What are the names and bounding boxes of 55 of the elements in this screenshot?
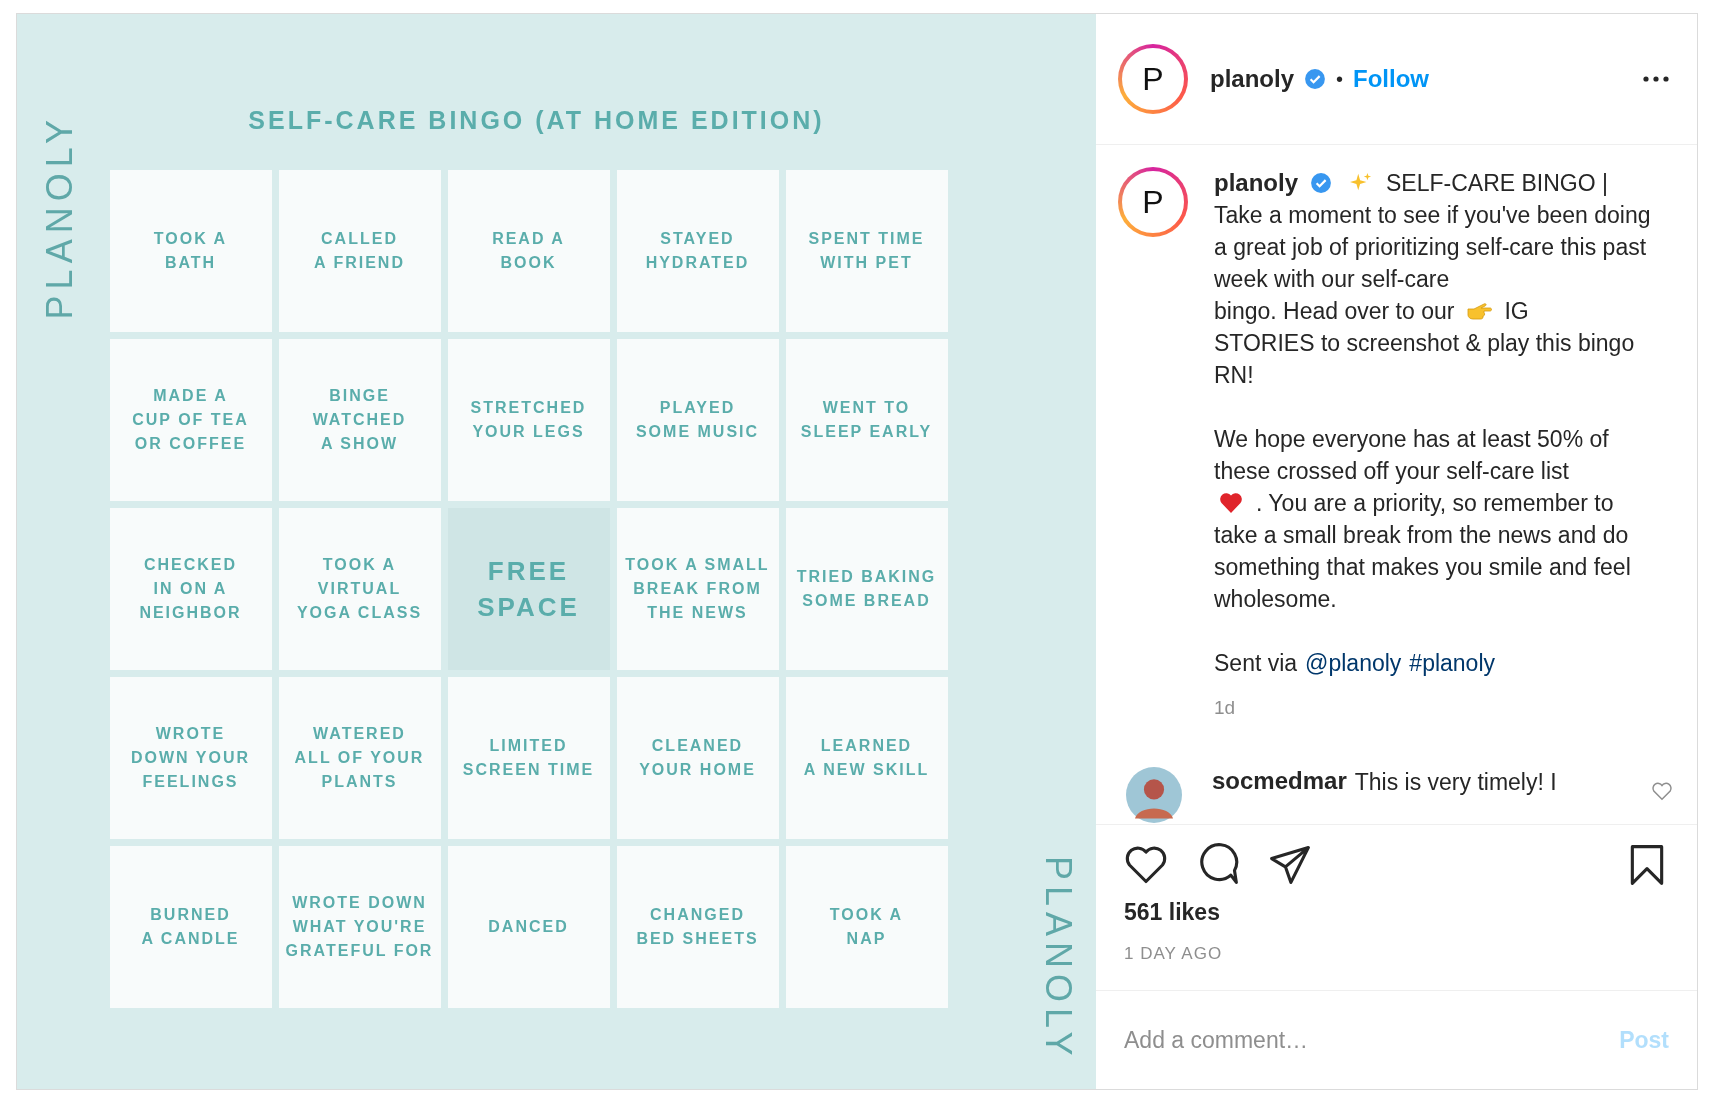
watermark-text: PLANOLY [1037,856,1079,1062]
caption-text: IG [1504,297,1529,326]
bingo-cell: READ A BOOK [447,170,610,332]
verified-icon [1310,172,1332,194]
post-time: 1d [1214,697,1237,719]
bingo-cell: WROTE DOWN WHAT YOU'RE GRATEFUL FOR [278,846,441,1008]
bingo-cell: PLAYED SOME MUSIC [616,339,779,501]
comment-text: This is very timely! I [1354,769,1557,796]
bingo-cell: WENT TO SLEEP EARLY [785,339,948,501]
bingo-cell: WATERED ALL OF YOUR PLANTS [278,677,441,839]
bingo-cell: CHANGED BED SHEETS [616,846,779,1008]
caption-text: take a small break from the news and do something that makes you smile and feel wholesome. [1214,521,1632,614]
share-icon[interactable] [1268,843,1312,887]
post-date: 1 DAY AGO [1124,944,1224,964]
bingo-cell: WROTE DOWN YOUR FEELINGS [109,677,272,839]
hashtag-link[interactable]: #planoly [1409,647,1496,679]
caption-text: We hope everyone has at least 50% of these crossed off your self-care list [1214,425,1610,486]
bingo-cell: DANCED [447,846,610,1008]
separator-text: • [1336,67,1344,91]
bingo-cell: BURNED A CANDLE [109,846,272,1008]
bingo-cell: MADE A CUP OF TEA OR COFFEE [109,339,272,501]
caption-text: . You are a priority, so remember to [1256,489,1614,518]
bingo-cell: STRETCHED YOUR LEGS [447,339,610,501]
bingo-cell: TOOK A VIRTUAL YOGA CLASS [278,508,441,670]
watermark-text: PLANOLY [39,114,81,320]
pointing-hand-icon [1466,300,1493,322]
bingo-cell: FREE SPACE [447,508,610,670]
verified-icon [1304,68,1326,90]
bingo-title: SELF-CARE BINGO (AT HOME EDITION) [248,106,825,135]
bingo-cell: TOOK A BATH [109,170,272,332]
heart-icon [1218,492,1244,514]
bingo-cell: CHECKED IN ON A NEIGHBOR [109,508,272,670]
avatar-icon[interactable] [1126,767,1182,823]
avatar[interactable]: P [1118,44,1188,114]
more-options-icon[interactable] [1643,76,1669,82]
bingo-cell: STAYED HYDRATED [616,170,779,332]
caption-text: bingo. Head over to our [1214,297,1455,326]
bingo-cell: CLEANED YOUR HOME [616,677,779,839]
bingo-cell: TRIED BAKING SOME BREAD [785,508,948,670]
avatar[interactable]: P [1118,167,1188,237]
mention-link[interactable]: @planoly [1305,647,1402,679]
bingo-cell: TOOK A NAP [785,846,948,1008]
bingo-cell: CALLED A FRIEND [278,170,441,332]
username-link[interactable]: socmedmar [1212,767,1347,795]
bingo-cell: LEARNED A NEW SKILL [785,677,948,839]
username-link[interactable]: planoly [1214,167,1298,199]
bingo-cell: TOOK A SMALL BREAK FROM THE NEWS [616,508,779,670]
caption-text: SELF-CARE BINGO | [1386,169,1608,198]
caption-text: STORIES to screenshot & play this bingo RN! [1214,329,1636,390]
bingo-cell: LIMITED SCREEN TIME [447,677,610,839]
username-link[interactable]: planoly [1210,65,1294,93]
bingo-cell: BINGE WATCHED A SHOW [278,339,441,501]
bingo-cell: SPENT TIME WITH PET [785,170,948,332]
likes-count[interactable]: 561 likes [1124,899,1669,926]
caption-text: Sent via [1214,649,1298,678]
